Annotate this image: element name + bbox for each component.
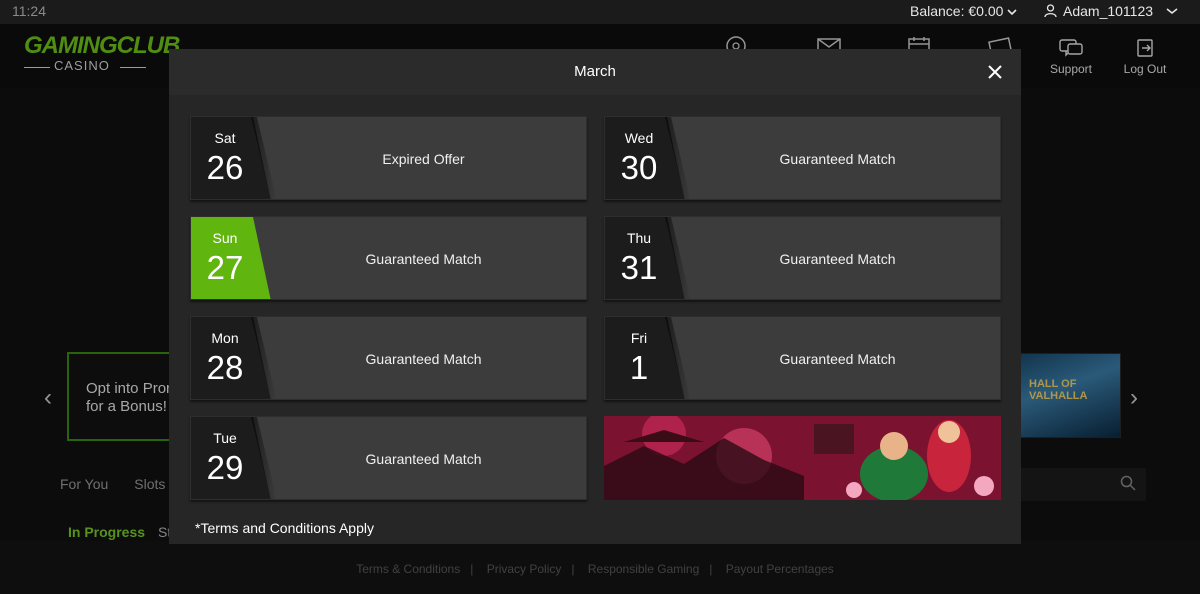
terms-note[interactable]: *Terms and Conditions Apply	[195, 520, 374, 536]
clock: 11:24	[12, 3, 46, 19]
day-tile-sat-26[interactable]: Sat 26 Expired Offer	[190, 116, 587, 200]
modal-header: March	[169, 49, 1021, 95]
day-tile-sun-27[interactable]: Sun 27 Guaranteed Match	[190, 216, 587, 300]
offer-label: Guaranteed Match	[779, 151, 896, 167]
day-tile-mon-28[interactable]: Mon 28 Guaranteed Match	[190, 316, 587, 400]
day-of-week: Sun	[212, 230, 238, 246]
close-icon[interactable]	[985, 62, 1005, 82]
day-of-week: Thu	[626, 230, 652, 246]
username: Adam_101123	[1063, 3, 1154, 19]
status-bar: 11:24 Balance: €0.00 Adam_101123	[0, 0, 1200, 24]
balance-label: Balance: €0.00	[910, 3, 1004, 19]
modal-title: March	[574, 63, 616, 80]
offer-label: Expired Offer	[382, 151, 465, 167]
offer-label: Guaranteed Match	[779, 351, 896, 367]
day-tile-thu-31[interactable]: Thu 31 Guaranteed Match	[604, 216, 1001, 300]
banner-artwork	[604, 416, 1001, 500]
offer-label: Guaranteed Match	[779, 251, 896, 267]
user-icon	[1044, 4, 1057, 18]
day-number: 28	[206, 349, 244, 386]
offer-label: Guaranteed Match	[365, 451, 482, 467]
day-number: 31	[620, 249, 658, 286]
user-menu[interactable]: Adam_101123	[1044, 3, 1179, 19]
day-of-week: Fri	[630, 330, 648, 346]
day-number: 26	[206, 149, 244, 186]
chevron-down-icon	[1007, 9, 1017, 16]
chevron-down-icon	[1166, 8, 1178, 15]
day-tile-tue-29[interactable]: Tue 29 Guaranteed Match	[190, 416, 587, 500]
day-number: 30	[620, 149, 658, 186]
day-number: 1	[629, 349, 649, 386]
day-number: 27	[206, 249, 244, 286]
offer-label: Guaranteed Match	[365, 251, 482, 267]
day-of-week: Mon	[211, 330, 239, 346]
day-number: 29	[206, 449, 244, 486]
balance-dropdown[interactable]: Balance: €0.00	[910, 3, 1017, 19]
day-of-week: Wed	[624, 130, 654, 146]
day-of-week: Tue	[213, 430, 237, 446]
offer-label: Guaranteed Match	[365, 351, 482, 367]
day-tile-wed-30[interactable]: Wed 30 Guaranteed Match	[604, 116, 1001, 200]
promo-banner-image[interactable]	[604, 416, 1001, 500]
day-tile-fri-1[interactable]: Fri 1 Guaranteed Match	[604, 316, 1001, 400]
day-of-week: Sat	[214, 130, 236, 146]
